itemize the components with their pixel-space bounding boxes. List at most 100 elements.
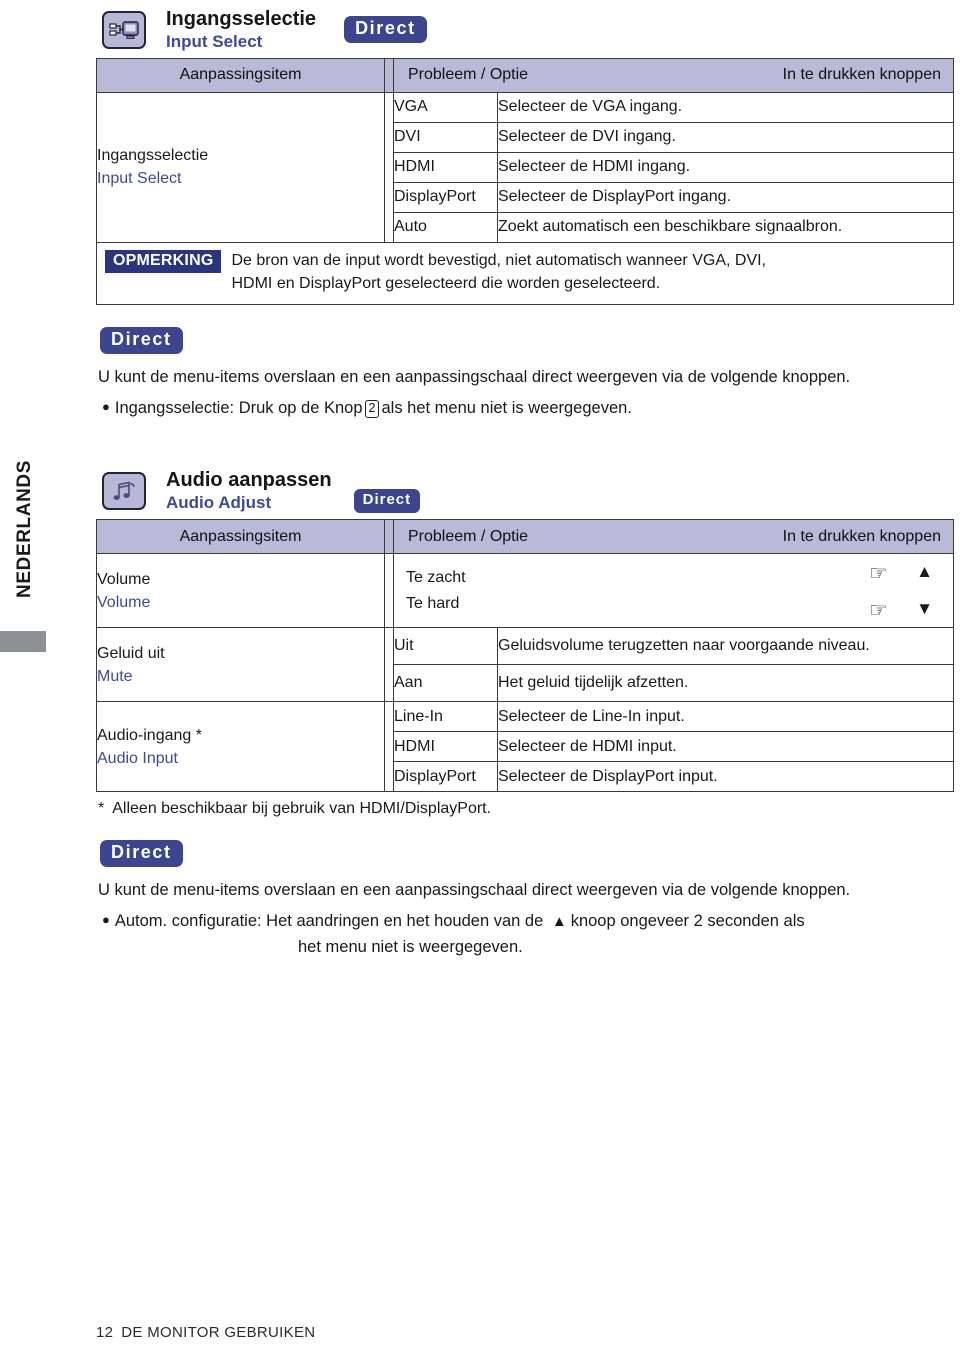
option-name: VGA	[393, 91, 498, 123]
option-description: Geluidsvolume terugzetten naar voorgaand…	[497, 627, 954, 666]
direct-bullet-1: ● Ingangsselectie: Druk op de Knop 2 als he…	[96, 395, 954, 421]
table-header-row: Aanpassingsitem Probleem / Optie In te d…	[96, 57, 954, 93]
table-row-audio-input: Audio-ingang * Audio Input Line-In Selec…	[96, 701, 954, 793]
row-item-nl: Geluid uit	[97, 644, 165, 662]
header-gap	[384, 57, 394, 93]
note-box: OPMERKING De bron van de input wordt bev…	[96, 242, 954, 306]
bullet-text-post: als het menu niet is weergegeven.	[381, 398, 632, 417]
hand-pointer-icon: ☜	[867, 598, 889, 622]
row-item-en: Volume	[97, 593, 151, 611]
volume-button-row-1: ☜ ▲	[867, 554, 935, 591]
header-buttons-label: In te drukken knoppen	[782, 527, 941, 545]
direct-badge-header-2: Direct	[353, 489, 421, 513]
row-item-nl: Audio-ingang *	[97, 726, 202, 744]
bullet-dot-icon: ●	[102, 398, 110, 414]
row-item-input-select: Ingangsselectie Input Select	[96, 91, 385, 243]
note-line-1: De bron van de input wordt bevestigd, ni…	[231, 251, 766, 269]
header-problem-option: Probleem / Optie In te drukken knoppen	[393, 519, 954, 555]
input-connector-monitor-icon	[102, 11, 146, 49]
footer-section-title: DE MONITOR GEBRUIKEN	[121, 1324, 316, 1341]
option-description: Selecteer de VGA ingang.	[497, 91, 954, 123]
option-name: DVI	[393, 121, 498, 153]
table-row: Ingangsselectie Input Select VGA Selecte…	[96, 91, 954, 243]
volume-options-cell: Te zacht Te hard ☜ ▲ ☜ ▼	[393, 553, 954, 629]
option-name: DisplayPort	[393, 181, 498, 213]
volume-button-icons: ☜ ▲ ☜ ▼	[867, 554, 953, 627]
option-name: Auto	[393, 211, 498, 243]
direct-block-2: Direct U kunt de menu-items overslaan en…	[96, 840, 954, 960]
section-header-input-select: Ingangsselectie Input Select Direct	[96, 0, 954, 58]
row-gap	[384, 701, 394, 793]
bullet-text-pre: Ingangsselectie: Druk op de Knop	[114, 398, 363, 417]
note-text: De bron van de input wordt bevestigd, ni…	[231, 250, 766, 295]
option-name: HDMI	[393, 151, 498, 183]
row-item-nl: Ingangsselectie	[97, 147, 209, 165]
volume-option-labels: Te zacht Te hard	[394, 565, 466, 616]
direct-badge-label: Direct	[344, 16, 427, 43]
note-line-2: HDMI en DisplayPort geselecteerd die wor…	[231, 274, 661, 292]
page-footer: 12 DE MONITOR GEBRUIKEN	[96, 1324, 315, 1341]
header-adjustment-item: Aanpassingsitem	[96, 57, 385, 93]
triangle-up-icon: ▲	[916, 562, 935, 582]
section-title-nl: Audio aanpassen	[166, 469, 332, 492]
header-problem-option-label: Probleem / Optie	[408, 66, 529, 84]
bullet-text-line-2: het menu niet is weergegeven.	[298, 938, 523, 957]
section-title-en: Input Select	[166, 31, 263, 51]
row-gap	[384, 627, 394, 703]
row-item-en: Input Select	[97, 170, 182, 188]
volume-option-2: Te hard	[406, 594, 460, 612]
triangle-up-icon: ▲	[551, 912, 567, 930]
direct-bullet-2: ● Autom. configuratie: Het aandringen en …	[96, 908, 954, 961]
header-gap	[384, 519, 394, 555]
row-gap	[384, 553, 394, 629]
note-tag: OPMERKING	[105, 249, 222, 273]
volume-option-1: Te zacht	[406, 569, 466, 587]
direct-badge-1: Direct	[100, 327, 183, 355]
audio-footnote: * Alleen beschikbaar bij gebruik van HDMI…	[96, 800, 954, 818]
option-description: Het geluid tijdelijk afzetten.	[497, 664, 954, 703]
audio-adjust-table: Aanpassingsitem Probleem / Optie In te d…	[96, 519, 954, 793]
direct-paragraph-1: U kunt de menu-items overslaan en een aa…	[98, 368, 851, 387]
direct-badge-header-1: Direct	[344, 16, 427, 43]
option-name: Uit	[393, 627, 498, 666]
table-row-mute: Geluid uit Mute Uit Geluidsvolume terugz…	[96, 627, 954, 703]
hand-pointer-icon: ☜	[867, 562, 889, 586]
direct-badge-2: Direct	[100, 840, 183, 868]
language-label: NEDERLANDS	[14, 460, 35, 598]
option-description: Zoekt automatisch een beschikbare signaa…	[497, 211, 954, 243]
volume-button-row-2: ☜ ▼	[867, 591, 935, 628]
music-notes-icon	[102, 472, 146, 511]
language-tab-marker	[0, 631, 46, 652]
section-titles: Audio aanpassen Audio Adjust	[166, 469, 332, 513]
row-item-en: Audio Input	[97, 749, 178, 767]
bullet-text-post: knoop ongeveer 2 seconden als	[570, 911, 805, 930]
triangle-down-icon: ▼	[916, 598, 935, 618]
header-buttons-label: In te drukken knoppen	[782, 66, 941, 84]
section-header-audio-adjust: Audio aanpassen Audio Adjust Direct	[96, 461, 954, 519]
direct-block-1: Direct U kunt de menu-items overslaan en…	[96, 327, 954, 421]
option-description: Selecteer de DisplayPort ingang.	[497, 181, 954, 213]
manual-page: NEDERLANDS Ingangsselectie Input Select	[0, 0, 960, 1359]
option-name: DisplayPort	[393, 761, 498, 793]
key-button-2: 2	[364, 399, 380, 418]
direct-badge-label: Direct	[353, 489, 421, 513]
option-description: Selecteer de DVI ingang.	[497, 121, 954, 153]
section-title-en: Audio Adjust	[166, 492, 272, 512]
bullet-text-pre: Autom. configuratie: Het aandringen en h…	[114, 911, 544, 930]
row-item-mute: Geluid uit Mute	[96, 627, 385, 703]
footer-page-number: 12	[96, 1324, 114, 1341]
option-description: Selecteer de HDMI input.	[497, 731, 954, 763]
table-row-volume: Volume Volume Te zacht Te hard ☜ ▲ ☜ ▼	[96, 553, 954, 629]
header-problem-option-label: Probleem / Optie	[408, 527, 529, 545]
option-description: Selecteer de DisplayPort input.	[497, 761, 954, 793]
section-titles: Ingangsselectie Input Select	[166, 8, 316, 52]
footnote-star: *	[98, 800, 105, 818]
header-adjustment-item: Aanpassingsitem	[96, 519, 385, 555]
row-item-audio-input: Audio-ingang * Audio Input	[96, 701, 385, 793]
language-rail: NEDERLANDS	[0, 0, 92, 1359]
row-item-nl: Volume	[97, 570, 151, 588]
section-title-nl: Ingangsselectie	[166, 8, 317, 30]
row-item-volume: Volume Volume	[96, 553, 385, 629]
footnote-text: Alleen beschikbaar bij gebruik van HDMI/…	[112, 800, 492, 818]
option-name: Line-In	[393, 701, 498, 733]
